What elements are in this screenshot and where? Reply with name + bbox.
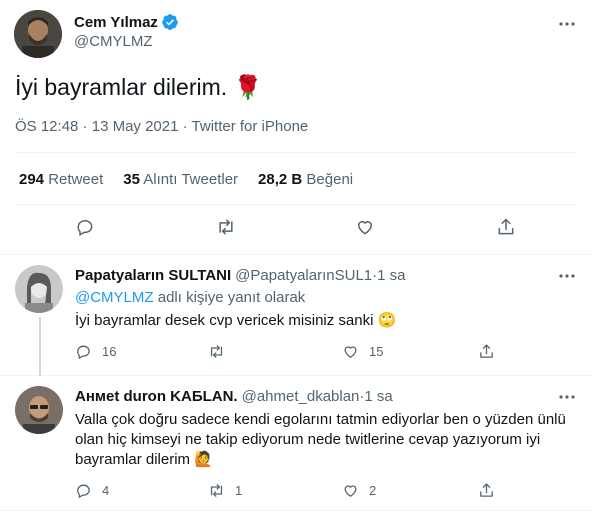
like-icon (358, 221, 372, 235)
quotes-stat[interactable]: 35 Alıntı Tweetler (123, 171, 238, 188)
reply-tweet[interactable]: Papatyaların SULTANI @PapatyalarınSUL1 ·… (0, 255, 592, 376)
reply-count: 16 (102, 344, 117, 359)
reply-like-button[interactable]: 2 (342, 482, 376, 499)
main-tweet: Cem Yılmaz @CMYLMZ İyi bayramlar dilerim… (0, 0, 592, 255)
verified-badge-icon (161, 13, 179, 31)
like-button[interactable] (355, 217, 375, 237)
reply-icon (77, 484, 90, 498)
retweet-icon (210, 345, 223, 358)
more-icon (559, 395, 575, 399)
reply-like-button[interactable]: 15 (342, 343, 383, 360)
reply-share-button[interactable] (478, 482, 495, 499)
reply-reply-button[interactable]: 4 (75, 482, 109, 499)
reply-author-name[interactable]: Papatyaların SULTANI (75, 267, 231, 284)
tweet-timestamp: ÖS 12:48 · 13 May 2021 · Twitter for iPh… (15, 118, 309, 135)
reply-avatar[interactable] (15, 386, 63, 434)
share-button[interactable] (496, 217, 516, 237)
more-options-button[interactable] (555, 14, 579, 34)
like-icon (344, 346, 357, 358)
tweet-text: İyi bayramlar dilerim. 🌹 (15, 74, 262, 101)
reply-more-button[interactable] (555, 266, 579, 286)
author-name-row: Cem Yılmaz (74, 13, 179, 31)
divider (15, 152, 577, 153)
reply-retweet-button[interactable]: 1 (208, 482, 242, 499)
reply-author-name[interactable]: Aнмet duron KAБLAN. (75, 388, 238, 405)
retweets-stat[interactable]: 294 Retweet (19, 171, 103, 188)
like-count: 2 (369, 483, 377, 498)
reply-avatar[interactable] (15, 265, 63, 313)
thread-line (39, 317, 41, 376)
tweet-source[interactable]: Twitter for iPhone (192, 118, 309, 135)
reply-tweet[interactable]: Aнмet duron KAБLAN. @ahmet_dkablan · 1 s… (0, 376, 592, 511)
reply-time[interactable]: 1 sa (377, 267, 405, 284)
more-icon (559, 22, 575, 26)
reply-button[interactable] (75, 217, 95, 237)
reply-author-handle[interactable]: @PapatyalarınSUL1 (235, 267, 372, 284)
rose-emoji: 🌹 (233, 74, 263, 100)
retweet-icon (210, 484, 223, 497)
more-icon (559, 274, 575, 278)
reply-author-handle[interactable]: @ahmet_dkablan (242, 388, 360, 405)
reply-text: Valla çok doğru sadece kendi egolarını t… (75, 411, 566, 468)
reply-header: Papatyaların SULTANI @PapatyalarınSUL1 ·… (75, 267, 406, 284)
like-icon (344, 485, 357, 497)
author-handle-row: @CMYLMZ (74, 33, 153, 50)
reply-retweet-button[interactable] (208, 343, 235, 360)
share-icon (480, 344, 493, 358)
retweet-count: 1 (235, 483, 243, 498)
author-name[interactable]: Cem Yılmaz (74, 14, 158, 31)
reply-share-button[interactable] (478, 343, 495, 360)
tweet-time[interactable]: ÖS 12:48 (15, 118, 78, 135)
author-handle[interactable]: @CMYLMZ (74, 33, 153, 50)
reply-reply-button[interactable]: 16 (75, 343, 116, 360)
like-count: 15 (369, 344, 384, 359)
replying-to: @CMYLMZ adlı kişiye yanıt olarak (75, 289, 306, 306)
reply-text: İyi bayramlar desek cvp vericek misiniz … (75, 312, 397, 329)
tweet-text-content: İyi bayramlar dilerim. (15, 74, 228, 100)
share-icon (480, 483, 493, 497)
divider (15, 204, 577, 205)
likes-stat[interactable]: 28,2 B Beğeni (258, 171, 353, 188)
author-avatar[interactable] (14, 10, 62, 58)
reply-more-button[interactable] (555, 387, 579, 407)
reply-time[interactable]: 1 sa (364, 388, 392, 405)
replying-to-handle-link[interactable]: @CMYLMZ (75, 289, 154, 306)
reply-header: Aнмet duron KAБLAN. @ahmet_dkablan · 1 s… (75, 388, 393, 405)
tweet-date[interactable]: 13 May 2021 (92, 118, 179, 135)
reply-icon (77, 220, 93, 236)
reply-count: 4 (102, 483, 110, 498)
share-icon (498, 218, 514, 235)
reply-icon (77, 345, 90, 359)
tweet-stats: 294 Retweet 35 Alıntı Tweetler 28,2 B Be… (19, 171, 373, 188)
retweet-button[interactable] (216, 217, 236, 237)
retweet-icon (219, 219, 233, 235)
